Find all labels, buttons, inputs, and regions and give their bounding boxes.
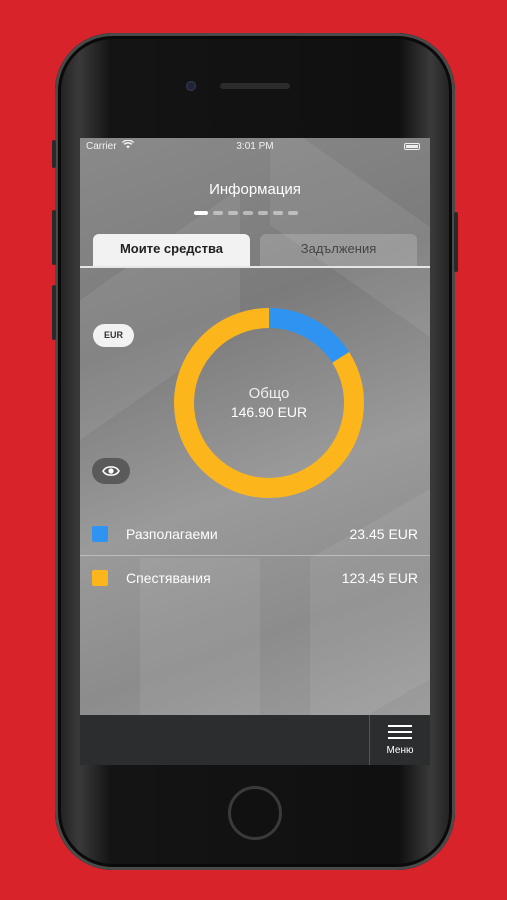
battery-icon xyxy=(404,143,420,150)
front-camera xyxy=(186,81,196,91)
legend-row-available[interactable]: Разполагаеми 23.45 EUR xyxy=(80,513,430,557)
funds-donut-chart xyxy=(174,308,364,498)
page-title: Информация xyxy=(209,181,301,198)
donut-center-label: Общо xyxy=(248,385,290,402)
eye-icon xyxy=(102,466,120,476)
hamburger-icon xyxy=(388,725,412,740)
mute-switch xyxy=(52,140,56,168)
legend-label: Разполагаеми xyxy=(126,526,218,542)
home-button[interactable] xyxy=(228,786,282,840)
legend-swatch xyxy=(92,570,108,586)
tab-liabilities[interactable]: Задължения xyxy=(260,234,417,266)
page-dot[interactable] xyxy=(243,211,253,215)
menu-label: Меню xyxy=(386,745,414,756)
volume-down-button xyxy=(52,285,56,340)
page-dot[interactable] xyxy=(258,211,268,215)
volume-up-button xyxy=(52,210,56,265)
earpiece-speaker xyxy=(220,83,290,89)
legend-divider xyxy=(80,555,430,556)
status-time: 3:01 PM xyxy=(236,141,274,152)
page-dot[interactable] xyxy=(288,211,298,215)
app-screen: Carrier 3:01 PM Информация Моите средств… xyxy=(80,138,430,765)
bottom-bar: Меню xyxy=(80,715,430,765)
page-dot[interactable] xyxy=(228,211,238,215)
page-dot[interactable] xyxy=(194,211,208,215)
tab-my-funds[interactable]: Моите средства xyxy=(93,234,250,266)
tab-underline xyxy=(80,266,430,268)
power-button xyxy=(454,212,458,272)
legend-label: Спестявания xyxy=(126,570,211,586)
donut-center-value: 146.90 EUR xyxy=(230,404,308,420)
legend-value: 123.45 EUR xyxy=(341,570,418,586)
legend-value: 23.45 EUR xyxy=(349,526,418,542)
legend-row-savings[interactable]: Спестявания 123.45 EUR xyxy=(80,557,430,601)
currency-toggle-button[interactable]: EUR xyxy=(93,324,134,347)
toggle-visibility-button[interactable] xyxy=(92,458,130,484)
page-indicator[interactable] xyxy=(194,211,298,215)
page-dot[interactable] xyxy=(273,211,283,215)
legend-swatch xyxy=(92,526,108,542)
status-bar: Carrier 3:01 PM xyxy=(80,138,430,156)
menu-button[interactable]: Меню xyxy=(369,715,430,765)
page-dot[interactable] xyxy=(213,211,223,215)
